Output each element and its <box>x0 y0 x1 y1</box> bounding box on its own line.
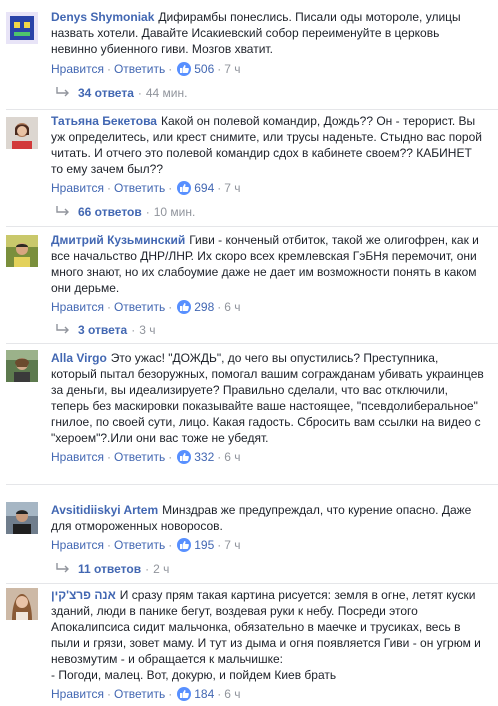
comment-body: אנה פרצ'קין И сразу прям такая картина ри… <box>51 587 484 683</box>
comment-time[interactable]: 6 ч <box>224 300 240 314</box>
like-button[interactable]: Нравится <box>51 450 104 464</box>
divider <box>6 109 498 110</box>
replies-toggle[interactable]: 3 ответа · 3 ч <box>56 322 155 338</box>
replies-toggle[interactable]: 34 ответа · 44 мин. <box>56 85 187 101</box>
like-count[interactable]: 332 <box>194 450 214 464</box>
replies-time: 10 мин. <box>153 205 196 219</box>
author-name[interactable]: Alla Virgo <box>51 351 107 365</box>
comment-body: Alla Virgo Это ужас! "ДОЖДЬ", до чего вы … <box>51 350 484 446</box>
like-count[interactable]: 184 <box>194 687 214 701</box>
like-button[interactable]: Нравится <box>51 62 104 76</box>
reply-arrow-icon <box>56 206 70 222</box>
divider <box>6 583 498 584</box>
reply-arrow-icon <box>56 87 70 103</box>
thumbs-up-icon[interactable] <box>177 300 192 314</box>
comment-time[interactable]: 6 ч <box>224 450 240 464</box>
like-button[interactable]: Нравится <box>51 687 104 701</box>
like-count[interactable]: 694 <box>194 181 214 195</box>
comment-actions: Нравится · Ответить · 184 · 6 ч <box>51 687 241 701</box>
thumbs-up-icon[interactable] <box>177 450 192 464</box>
replies-time: 2 ч <box>153 562 170 576</box>
comment-actions: Нравится · Ответить · 506 · 7 ч <box>51 62 241 76</box>
like-button[interactable]: Нравится <box>51 300 104 314</box>
comment-text: Это ужас! "ДОЖДЬ", до чего вы опустились… <box>51 351 484 445</box>
reply-button[interactable]: Ответить <box>114 538 165 552</box>
comment-actions: Нравится · Ответить · 694 · 7 ч <box>51 181 241 195</box>
comment-actions: Нравится · Ответить · 332 · 6 ч <box>51 450 241 464</box>
like-count[interactable]: 298 <box>194 300 214 314</box>
reply-button[interactable]: Ответить <box>114 62 165 76</box>
divider <box>6 343 498 344</box>
replies-count[interactable]: 34 ответа <box>78 86 134 100</box>
thumbs-up-icon[interactable] <box>177 538 192 552</box>
replies-toggle[interactable]: 11 ответов · 2 ч <box>56 561 169 577</box>
replies-count[interactable]: 3 ответа <box>78 323 127 337</box>
author-name[interactable]: Дмитрий Кузьминский <box>51 233 185 247</box>
comment-text: И сразу прям такая картина рисуется: зем… <box>51 588 481 682</box>
author-name[interactable]: Denys Shymoniak <box>51 10 154 24</box>
like-button[interactable]: Нравится <box>51 181 104 195</box>
reply-button[interactable]: Ответить <box>114 300 165 314</box>
reply-button[interactable]: Ответить <box>114 450 165 464</box>
comment-time[interactable]: 7 ч <box>224 181 240 195</box>
thumbs-up-icon[interactable] <box>177 62 192 76</box>
comment-actions: Нравится · Ответить · 298 · 6 ч <box>51 300 241 314</box>
comment-body: Татьяна Бекетова Какой он полевой команди… <box>51 113 484 177</box>
like-count[interactable]: 506 <box>194 62 214 76</box>
reply-button[interactable]: Ответить <box>114 181 165 195</box>
comment-actions: Нравится · Ответить · 195 · 7 ч <box>51 538 241 552</box>
replies-count[interactable]: 66 ответов <box>78 205 142 219</box>
reply-arrow-icon <box>56 324 70 340</box>
divider <box>6 484 498 485</box>
thumbs-up-icon[interactable] <box>177 687 192 701</box>
comment-time[interactable]: 6 ч <box>224 687 240 701</box>
author-name[interactable]: אנה פרצ'קין <box>51 588 116 602</box>
comment-time[interactable]: 7 ч <box>224 538 240 552</box>
comment-body: Дмитрий Кузьминский Гиви - конченый отбит… <box>51 232 484 296</box>
replies-time: 3 ч <box>139 323 156 337</box>
avatar[interactable] <box>6 588 38 620</box>
replies-time: 44 мин. <box>145 86 188 100</box>
comment-body: Avsitidiiskyi Artem Минздрав же предупреж… <box>51 502 484 534</box>
divider <box>6 226 498 227</box>
like-count[interactable]: 195 <box>194 538 214 552</box>
avatar[interactable] <box>6 117 38 149</box>
thumbs-up-icon[interactable] <box>177 181 192 195</box>
author-name[interactable]: Татьяна Бекетова <box>51 114 157 128</box>
avatar[interactable] <box>6 235 38 267</box>
replies-count[interactable]: 11 ответов <box>78 562 141 576</box>
reply-button[interactable]: Ответить <box>114 687 165 701</box>
reply-arrow-icon <box>56 563 70 579</box>
comment-time[interactable]: 7 ч <box>224 62 240 76</box>
avatar[interactable] <box>6 12 38 44</box>
avatar[interactable] <box>6 502 38 534</box>
avatar[interactable] <box>6 350 38 382</box>
author-name[interactable]: Avsitidiiskyi Artem <box>51 503 158 517</box>
replies-toggle[interactable]: 66 ответов · 10 мин. <box>56 204 195 220</box>
like-button[interactable]: Нравится <box>51 538 104 552</box>
comment-body: Denys Shymoniak Дифирамбы понеслись. Писа… <box>51 9 484 57</box>
